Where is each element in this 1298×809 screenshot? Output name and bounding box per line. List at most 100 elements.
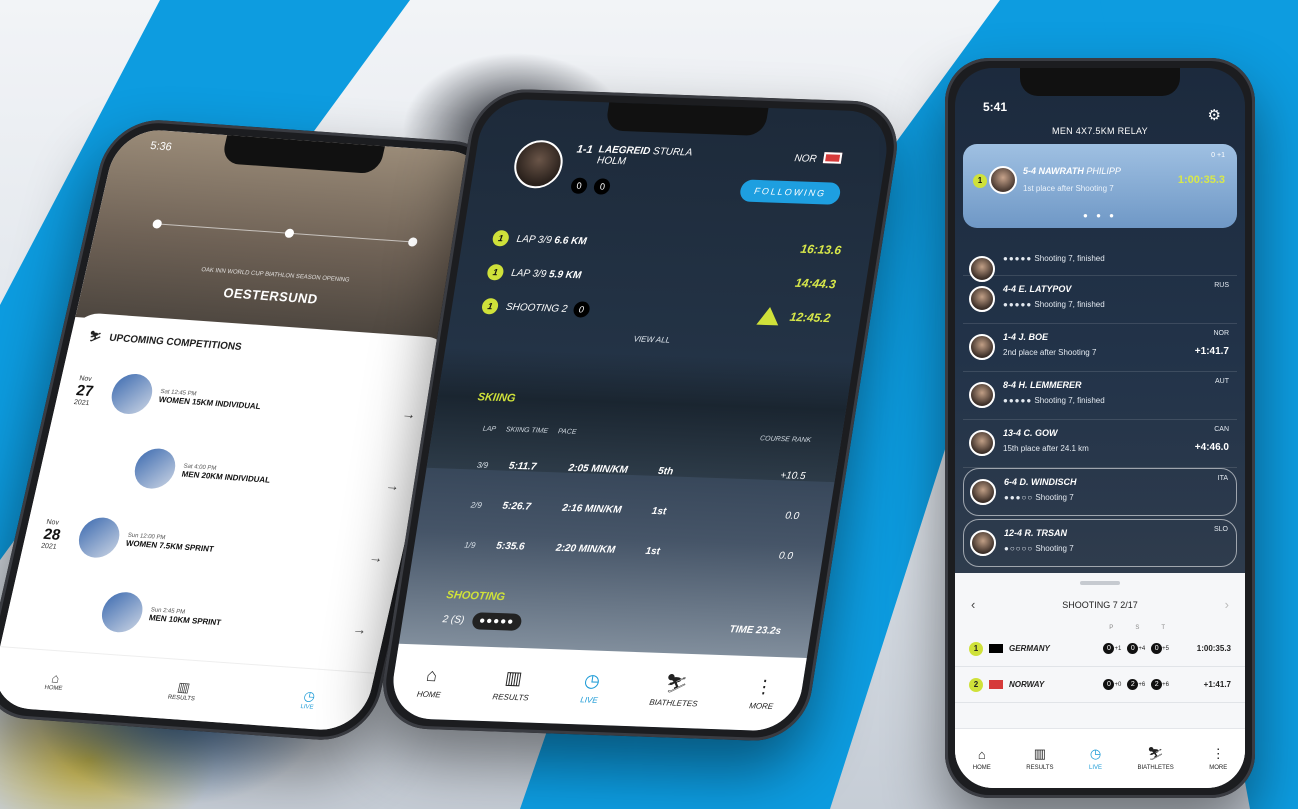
team-time: 1:00:35.3 bbox=[1196, 644, 1231, 653]
status-time: 5:41 bbox=[983, 100, 1008, 114]
athlete-row[interactable]: 8-4 H. LEMMERER ●●●●● Shooting 7, finishe… bbox=[963, 372, 1237, 420]
penalty-pill: 0 bbox=[593, 178, 612, 195]
chevron-left-icon[interactable]: ‹ bbox=[971, 585, 975, 625]
status-text: Shooting 7, finished bbox=[1034, 254, 1105, 263]
rank-diff: 0.0 bbox=[784, 510, 801, 522]
arrow-right-icon[interactable]: → bbox=[384, 477, 401, 494]
nav-more[interactable]: ⋮ MORE bbox=[749, 676, 778, 711]
nav-home[interactable]: ⌂ HOME bbox=[416, 665, 445, 700]
athlete-name: 5-4 NAWRATH PHILIPP bbox=[1023, 166, 1121, 176]
athlete-row[interactable]: 12-4 R. TRSAN ●○○○○ Shooting 7 SLO bbox=[963, 519, 1237, 567]
following-button[interactable]: FOLLOWING bbox=[738, 179, 842, 205]
penalty-pill: 0 bbox=[569, 177, 589, 195]
featured-athlete-card[interactable]: 1 5-4 NAWRATH PHILIPP 1st place after Sh… bbox=[963, 144, 1237, 228]
avatar bbox=[510, 139, 567, 190]
nav-label: HOME bbox=[972, 764, 991, 771]
home-icon: ⌂ bbox=[977, 746, 986, 762]
athlete-row[interactable]: 6-4 D. WINDISCH ●●●○○ Shooting 7 ITA bbox=[963, 468, 1237, 516]
lap-label: LAP 3/9 bbox=[510, 267, 548, 280]
nav-biathletes[interactable]: ⛷ BIATHLETES bbox=[649, 673, 702, 708]
rank-diff: +10.5 bbox=[779, 469, 807, 482]
skiing-lap: 2/9 bbox=[470, 500, 483, 510]
arrow-right-icon[interactable]: → bbox=[351, 621, 368, 638]
nav-label: MORE bbox=[1209, 765, 1228, 771]
athlete-row[interactable]: 4-4 E. LATYPOV ●●●●● Shooting 7, finished… bbox=[963, 276, 1237, 324]
carousel-dots[interactable]: ● ● ● bbox=[963, 211, 1237, 220]
competition-day bbox=[100, 465, 136, 468]
biathlete-icon: ⛷ bbox=[87, 331, 103, 344]
team-row[interactable]: 1 GERMANY 0 +1 0 +4 0 +5 1:00:35.3 bbox=[955, 631, 1245, 667]
flag-icon bbox=[989, 644, 1003, 653]
arrow-right-icon[interactable]: → bbox=[400, 405, 417, 422]
skiing-time: 5:35.6 bbox=[495, 540, 526, 553]
nav-results[interactable]: ▥ RESULTS bbox=[167, 678, 199, 702]
skiing-row[interactable]: 2/9 5:26.7 2:16 MIN/KM 1st 0.0 bbox=[469, 494, 801, 528]
shooting-targets: ●●●●● bbox=[470, 612, 523, 631]
bib-rank: 13-4 bbox=[1003, 428, 1022, 438]
column-header: S bbox=[1135, 625, 1140, 631]
nav-live[interactable]: ◷ LIVE bbox=[300, 687, 318, 711]
rank-diff: 0.0 bbox=[778, 550, 794, 562]
nav-label: MORE bbox=[748, 701, 774, 712]
competition-year: 2021 bbox=[73, 398, 91, 407]
nation-code: AUT bbox=[1215, 378, 1229, 385]
status-text: Shooting 7 bbox=[1035, 544, 1074, 553]
lap-label: SHOOTING 2 bbox=[505, 301, 569, 315]
athlete-row[interactable]: ●●●●● Shooting 7, finished bbox=[963, 246, 1237, 282]
nav-results[interactable]: ▥ RESULTS bbox=[492, 667, 533, 703]
course-rank: 5th bbox=[657, 465, 674, 477]
chevron-right-icon[interactable]: › bbox=[1225, 585, 1229, 625]
nav-more[interactable]: ⋮ MORE bbox=[1209, 746, 1227, 771]
penalty-p: 0 +0 bbox=[1103, 679, 1121, 690]
athlete-row[interactable]: 1-4 J. BOE 2nd place after Shooting 7 NOR… bbox=[963, 324, 1237, 372]
athlete-status: ●●●●● Shooting 7, finished bbox=[1003, 254, 1105, 263]
shooting-dots: ●●●●● bbox=[1003, 254, 1033, 263]
penalty-pills: 0 0 bbox=[569, 175, 615, 195]
shooting-row: 2 (S) ●●●●● TIME 23.2s bbox=[441, 611, 782, 640]
bottom-nav: ⌂ HOME ▥ RESULTS ◷ LIVE ⛷ BIATHLETES ⋮ MORE bbox=[955, 728, 1245, 788]
nav-live[interactable]: ◷ LIVE bbox=[580, 670, 603, 705]
lap-time: 14:44.3 bbox=[794, 275, 837, 292]
skiing-title: SKIING bbox=[476, 391, 517, 405]
athlete-name: 13-4 C. GOW bbox=[1003, 428, 1058, 438]
lap-distance: 6.6 KM bbox=[553, 234, 588, 247]
nav-biathletes[interactable]: ⛷ BIATHLETES bbox=[1138, 746, 1174, 771]
avatar bbox=[969, 430, 995, 456]
athlete-nation: NOR bbox=[794, 151, 843, 166]
penalty-pill: 0 bbox=[572, 301, 591, 318]
status-text: Shooting 7, finished bbox=[1034, 396, 1105, 405]
podium-icon: ▥ bbox=[176, 678, 192, 695]
skiing-row[interactable]: 1/9 5:35.6 2:20 MIN/KM 1st 0.0 bbox=[463, 534, 795, 568]
lap-distance: 5.9 KM bbox=[548, 268, 583, 281]
timeline-dot[interactable] bbox=[407, 237, 419, 247]
nav-results[interactable]: ▥ RESULTS bbox=[1026, 746, 1053, 771]
home-icon: ⌂ bbox=[50, 670, 62, 686]
team-name: NORWAY bbox=[1009, 680, 1045, 689]
gear-icon[interactable]: ⚙ bbox=[1208, 106, 1221, 124]
competition-year: 2021 bbox=[40, 542, 58, 551]
nav-home[interactable]: ⌂ HOME bbox=[44, 670, 67, 692]
nation-code: NOR bbox=[793, 153, 818, 165]
arrow-right-icon[interactable]: → bbox=[368, 549, 385, 566]
avatar bbox=[969, 334, 995, 360]
athlete-header: 1-1 LAEGREID STURLA HOLM NOR 0 0 FOLLOWI… bbox=[468, 128, 889, 222]
penalty-add: +4 bbox=[1138, 646, 1146, 652]
athlete-row[interactable]: 13-4 C. GOW 15th place after 24.1 km CAN +… bbox=[963, 420, 1237, 468]
nav-home[interactable]: ⌂ HOME bbox=[973, 747, 991, 771]
athlete-last-name: NAWRATH bbox=[1038, 166, 1084, 176]
notch bbox=[1020, 68, 1180, 96]
nav-live[interactable]: ◷ LIVE bbox=[1089, 746, 1102, 771]
timeline-dot[interactable] bbox=[151, 219, 163, 229]
lap-time: 16:13.6 bbox=[799, 241, 843, 258]
avatar bbox=[970, 530, 996, 556]
competition-info: Sat 4:00 PM MEN 20KM INDIVIDUAL bbox=[181, 463, 388, 492]
penalty-count: 2 bbox=[1151, 679, 1163, 690]
team-row[interactable]: 2 NORWAY 0 +0 2 +6 2 +6 +1:41.7 bbox=[955, 667, 1245, 703]
column-header: LAP bbox=[482, 425, 497, 434]
timeline-dot[interactable] bbox=[283, 228, 295, 239]
status-text: 2nd place after Shooting 7 bbox=[1003, 348, 1097, 357]
competition-date: Nov 28 2021 bbox=[40, 518, 83, 551]
phone-right: 5:41 ⚙ MEN 4X7.5KM RELAY 1 5-4 NAWRATH P… bbox=[945, 58, 1255, 798]
athlete-rank: 1-1 bbox=[575, 143, 594, 157]
warning-icon bbox=[756, 306, 782, 326]
